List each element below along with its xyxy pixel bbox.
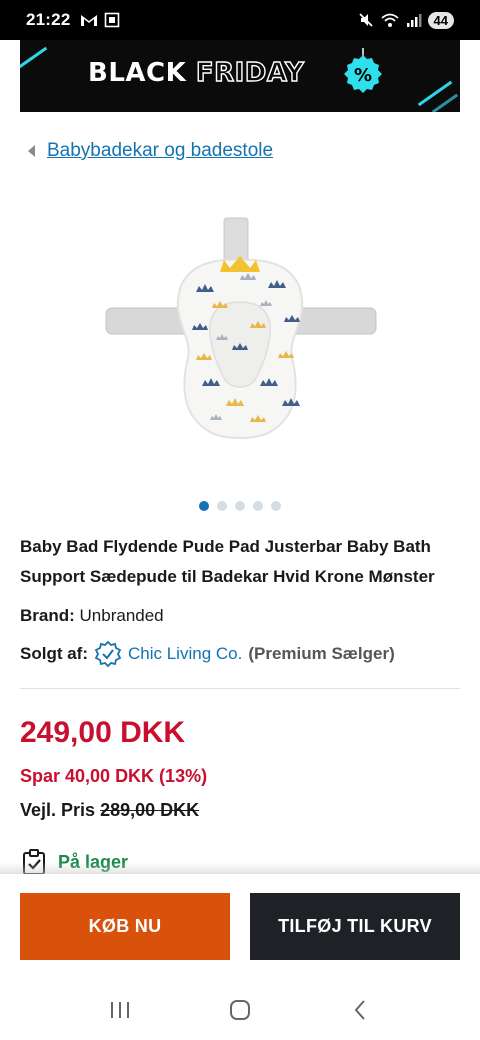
action-bar: KØB NU TILFØJ TIL KURV bbox=[0, 874, 480, 974]
back-icon bbox=[354, 1000, 365, 1020]
price: 249,00 DKK bbox=[20, 716, 186, 749]
divider bbox=[20, 688, 460, 689]
rrp-value: 289,00 DKK bbox=[100, 800, 200, 820]
verified-badge-icon bbox=[94, 640, 122, 668]
percent-tag-icon: % bbox=[344, 48, 382, 93]
brand-label: Brand: bbox=[20, 606, 75, 625]
add-to-cart-button[interactable]: TILFØJ TIL KURV bbox=[250, 893, 460, 960]
seller-label: Solgt af: bbox=[20, 644, 88, 663]
gmail-icon bbox=[81, 15, 98, 26]
battery-badge: 44 bbox=[427, 11, 454, 29]
black-friday-banner[interactable]: BLACK FRIDAY % bbox=[20, 40, 460, 112]
carousel-dot[interactable] bbox=[217, 501, 227, 511]
screenshot-icon bbox=[105, 12, 120, 28]
mute-icon bbox=[358, 13, 373, 27]
status-time: 21:22 bbox=[26, 10, 71, 29]
chevron-left-icon bbox=[28, 145, 35, 157]
brand-row: Brand: Unbranded bbox=[20, 606, 164, 626]
recommended-price: Vejl. Pris 289,00 DKK bbox=[20, 800, 199, 821]
seller-row: Solgt af: Chic Living Co. (Premium Sælge… bbox=[20, 640, 395, 668]
svg-text:%: % bbox=[354, 65, 372, 86]
status-bar: 21:22 44 bbox=[0, 0, 480, 40]
system-nav-bar bbox=[0, 980, 480, 1040]
carousel-dots[interactable] bbox=[199, 501, 281, 511]
product-title: Baby Bad Flydende Pude Pad Justerbar Bab… bbox=[20, 537, 435, 586]
buy-now-button[interactable]: KØB NU bbox=[20, 893, 230, 960]
product-image[interactable] bbox=[100, 210, 380, 450]
banner-headline: BLACK FRIDAY bbox=[88, 57, 305, 88]
carousel-dot[interactable] bbox=[199, 501, 209, 511]
savings: Spar 40,00 DKK (13%) bbox=[20, 766, 208, 786]
seller-tier: (Premium Sælger) bbox=[248, 644, 395, 663]
signal-icon bbox=[406, 14, 422, 27]
breadcrumb-link[interactable]: Babybadekar og badestole bbox=[47, 140, 273, 162]
back-button[interactable] bbox=[335, 990, 385, 1030]
breadcrumb[interactable]: Babybadekar og badestole bbox=[28, 140, 273, 162]
brand-value: Unbranded bbox=[79, 606, 164, 625]
wifi-icon bbox=[380, 13, 399, 27]
carousel-dot[interactable] bbox=[271, 501, 281, 511]
home-icon bbox=[230, 1000, 250, 1020]
seller-link[interactable]: Chic Living Co. bbox=[128, 644, 242, 664]
recent-apps-button[interactable] bbox=[95, 990, 145, 1030]
rrp-label: Vejl. Pris bbox=[20, 800, 96, 820]
recent-apps-icon bbox=[111, 1002, 129, 1018]
carousel-dot[interactable] bbox=[253, 501, 263, 511]
home-button[interactable] bbox=[215, 990, 265, 1030]
carousel-dot[interactable] bbox=[235, 501, 245, 511]
